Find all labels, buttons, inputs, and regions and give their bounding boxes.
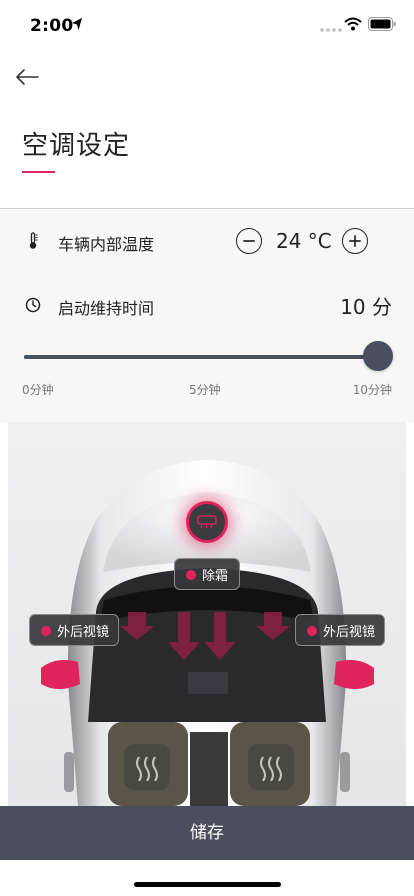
seat-heat-right-icon	[248, 744, 294, 790]
temperature-value: 24 °C	[276, 229, 332, 253]
mirror-right-tag[interactable]: 外后视镜	[295, 614, 385, 646]
car-console	[188, 672, 228, 694]
slider-mid-label: 5分钟	[189, 383, 221, 397]
duration-value: 10 分	[340, 295, 392, 319]
defrost-tag[interactable]: 除霜	[174, 558, 240, 590]
mirror-right-status-dot	[307, 626, 317, 636]
defrost-label: 除霜	[202, 569, 229, 584]
temperature-label: 车辆内部温度	[58, 235, 155, 254]
duration-row: 启动维持时间 10 分	[0, 285, 414, 325]
slider-max-label: 10分钟	[352, 383, 392, 397]
plus-icon	[349, 235, 361, 247]
duration-slider-thumb[interactable]	[363, 341, 393, 371]
duration-slider-track[interactable]	[24, 355, 378, 359]
temperature-row: 车辆内部温度 24 °C	[0, 221, 414, 261]
page-title: 空调设定	[22, 131, 131, 161]
defrost-icon	[197, 515, 217, 529]
mirror-right-label: 外后视镜	[323, 625, 376, 640]
save-button[interactable]: 储存	[0, 806, 414, 860]
wheel-left	[64, 752, 74, 792]
signal-dots-icon	[320, 28, 342, 32]
mirror-left-label: 外后视镜	[57, 625, 110, 640]
location-arrow-icon	[72, 18, 82, 30]
status-bar: 2:00	[0, 0, 414, 50]
defrost-status-dot	[186, 570, 196, 580]
temperature-decrease-button[interactable]	[236, 228, 262, 254]
thermometer-icon	[29, 232, 38, 249]
slider-min-label: 0分钟	[22, 383, 54, 397]
minus-icon	[243, 240, 255, 242]
duration-label: 启动维持时间	[58, 299, 155, 318]
bottom-safe-area	[0, 860, 414, 896]
clock-icon	[25, 297, 41, 313]
title-underline	[22, 171, 55, 173]
mirror-left	[41, 660, 80, 689]
seat-heat-left-icon	[124, 744, 170, 790]
temperature-increase-button[interactable]	[342, 228, 368, 254]
wifi-icon	[344, 17, 362, 31]
back-arrow-icon[interactable]	[14, 64, 40, 90]
center-console	[190, 732, 228, 806]
mirror-left-tag[interactable]: 外后视镜	[29, 614, 119, 646]
header: 空调设定	[0, 50, 414, 208]
battery-icon	[368, 17, 396, 31]
home-indicator	[134, 882, 281, 887]
mirror-right	[334, 660, 374, 689]
status-time: 2:00	[30, 16, 74, 36]
duration-slider-fill	[24, 355, 378, 359]
wheel-right	[340, 752, 350, 792]
mirror-left-status-dot	[41, 626, 51, 636]
defrost-button[interactable]	[186, 501, 228, 543]
settings-panel: 车辆内部温度 24 °C 启动维持时间 10 分 0分钟 5分钟 10分钟	[0, 209, 414, 422]
